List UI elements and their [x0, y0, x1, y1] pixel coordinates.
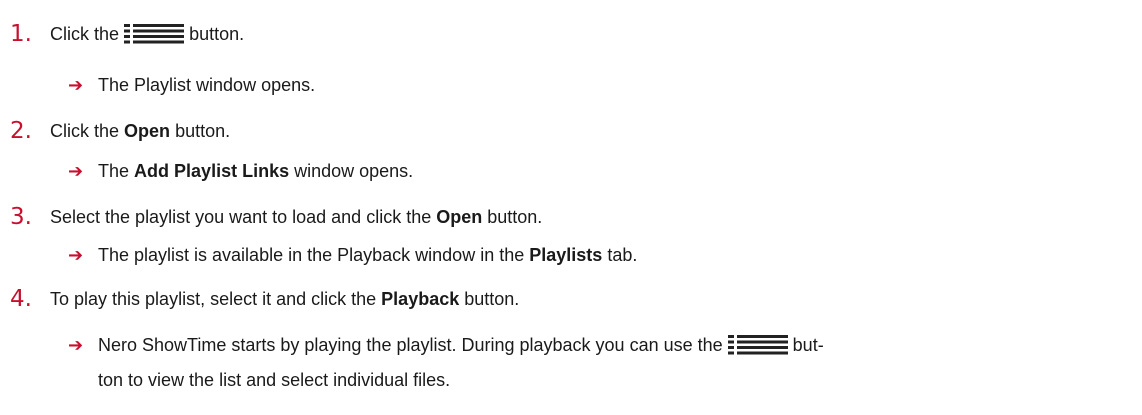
- step-instruction: To play this playlist, select it and cli…: [50, 284, 519, 314]
- right-arrow-icon: ➔: [68, 75, 84, 96]
- result-text: ton to view the list and select individu…: [98, 370, 451, 390]
- instruction-text: To play this playlist, select it and cli…: [50, 289, 377, 309]
- right-arrow-icon: ➔: [68, 335, 84, 356]
- instruction-text: button.: [487, 207, 543, 227]
- instruction-text: Click the: [50, 24, 120, 44]
- result-text: Nero ShowTime starts by playing the play…: [98, 335, 723, 355]
- result-text: The Playlist window opens.: [98, 75, 316, 95]
- step-result: ➔ Nero ShowTime starts by playing the pla…: [68, 330, 824, 361]
- step-result: ➔ The Playlist window opens.: [68, 70, 315, 101]
- step-result: ➔ The playlist is available in the Playba…: [68, 240, 637, 271]
- right-arrow-icon: ➔: [68, 245, 84, 266]
- step-number: 4.: [10, 286, 32, 312]
- step-result-continuation: ton to view the list and select individu…: [98, 365, 450, 395]
- instruction-text: Select the playlist you want to load and…: [50, 207, 432, 227]
- instruction-text: button.: [189, 24, 245, 44]
- result-text: tab.: [607, 245, 638, 265]
- instruction-bold: Open: [436, 207, 483, 227]
- step-instruction: Click the Open button.: [50, 116, 230, 146]
- step-instruction: Select the playlist you want to load and…: [50, 202, 542, 232]
- instruction-text: button.: [175, 121, 231, 141]
- result-text: but-: [792, 335, 824, 355]
- instruction-bold: Open: [124, 121, 171, 141]
- right-arrow-icon: ➔: [68, 161, 84, 182]
- instruction-bold: Playback: [381, 289, 460, 309]
- list-menu-icon: [727, 333, 788, 355]
- step-instruction: Click the button.: [50, 19, 244, 49]
- result-text: The playlist is available in the Playbac…: [98, 245, 525, 265]
- result-bold: Add Playlist Links: [134, 161, 290, 181]
- result-text: The: [98, 161, 130, 181]
- list-menu-icon: [124, 22, 185, 44]
- step-number: 2.: [10, 118, 32, 144]
- step-number: 1.: [10, 21, 32, 47]
- result-text: window opens.: [294, 161, 414, 181]
- instruction-text: Click the: [50, 121, 120, 141]
- step-result: ➔ The Add Playlist Links window opens.: [68, 156, 413, 187]
- step-number: 3.: [10, 204, 32, 230]
- instruction-text: button.: [464, 289, 520, 309]
- result-bold: Playlists: [529, 245, 603, 265]
